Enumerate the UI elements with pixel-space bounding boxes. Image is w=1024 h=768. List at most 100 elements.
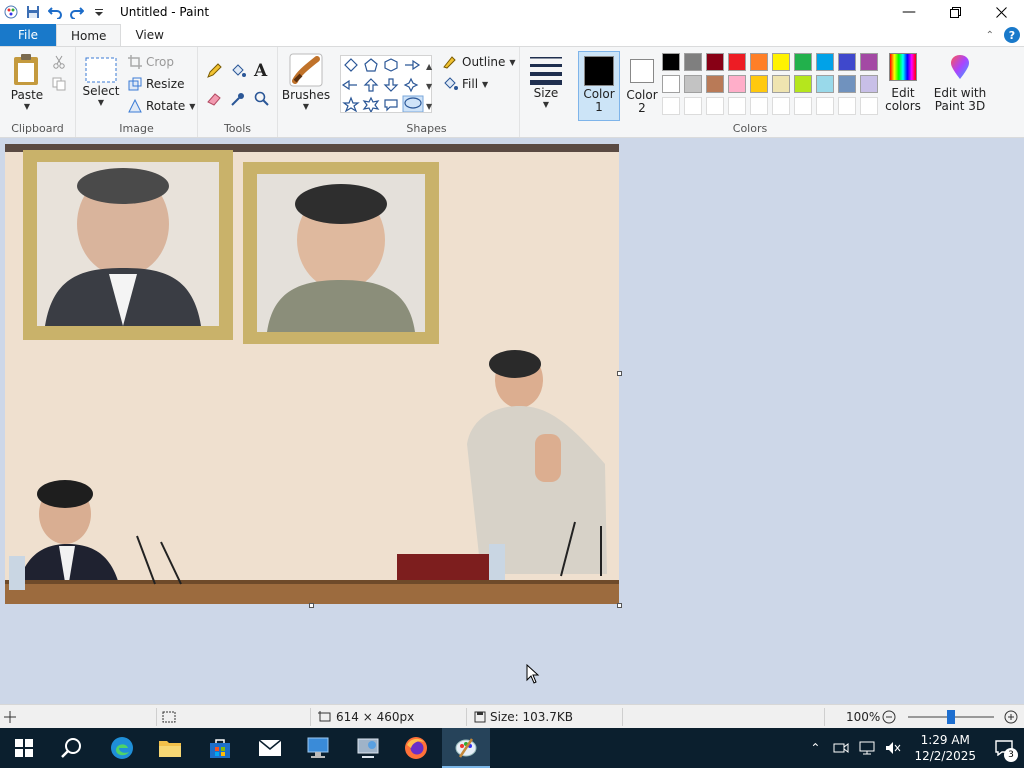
zoom-in-button[interactable] [1004, 705, 1018, 729]
custom-color-slot[interactable] [794, 97, 812, 115]
color-swatch[interactable] [728, 53, 746, 71]
minimize-button[interactable]: — [886, 0, 932, 24]
taskbar-mail[interactable] [246, 728, 294, 768]
color-swatch[interactable] [860, 75, 878, 93]
taskbar-firefox[interactable] [392, 728, 440, 768]
color-swatch[interactable] [662, 53, 680, 71]
tab-view[interactable]: View [121, 24, 177, 46]
copy-icon[interactable] [52, 77, 66, 94]
custom-color-slot[interactable] [772, 97, 790, 115]
color-swatch[interactable] [838, 53, 856, 71]
paste-button[interactable]: Paste ▼ [6, 53, 48, 111]
fill-icon [444, 77, 458, 90]
color2-swatch [630, 59, 654, 83]
custom-color-slot[interactable] [706, 97, 724, 115]
shape-gallery[interactable] [340, 55, 432, 114]
taskbar-store[interactable] [196, 728, 244, 768]
fill-bucket-icon[interactable] [230, 63, 246, 82]
eraser-icon[interactable] [206, 91, 222, 110]
cut-icon[interactable] [52, 55, 66, 72]
brushes-button[interactable]: Brushes ▼ [282, 53, 330, 111]
save-icon[interactable] [24, 3, 42, 21]
custom-color-slot[interactable] [684, 97, 702, 115]
image-dimensions: 614 × 460px [318, 705, 414, 729]
edit-colors-button[interactable]: Edit colors [882, 53, 924, 113]
taskbar-edge[interactable] [98, 728, 146, 768]
crop-button[interactable]: Crop [128, 55, 174, 69]
shapes-scroll-icon[interactable]: ▲ ▼ ▼ [426, 57, 432, 117]
custom-color-slot[interactable] [860, 97, 878, 115]
close-button[interactable] [978, 0, 1024, 24]
color-swatch[interactable] [838, 75, 856, 93]
meet-now-icon[interactable] [833, 741, 849, 755]
paint-app-icon[interactable] [2, 3, 20, 21]
cursor-position [4, 705, 16, 729]
color2-button[interactable]: Color 2 [622, 51, 662, 121]
select-button[interactable]: Select ▼ [82, 57, 120, 107]
color-swatch[interactable] [684, 75, 702, 93]
collapse-ribbon-icon[interactable]: ⌃ [986, 30, 994, 41]
outline-button[interactable]: Outline ▼ [442, 55, 516, 69]
size-button[interactable]: Size ▼ [524, 55, 568, 109]
selection-size [162, 705, 176, 729]
color-swatch[interactable] [772, 53, 790, 71]
canvas-workspace[interactable] [0, 138, 1024, 704]
color-swatch[interactable] [750, 53, 768, 71]
color-swatch[interactable] [662, 75, 680, 93]
clock[interactable]: 1:29 AM 12/2/2025 [914, 732, 976, 764]
color-swatch[interactable] [772, 75, 790, 93]
volume-muted-icon[interactable] [885, 741, 901, 755]
zoom-out-button[interactable] [882, 705, 896, 729]
tab-home[interactable]: Home [56, 24, 122, 46]
shapes-group: ▲ ▼ ▼ Outline ▼ Fill ▼ Shapes [334, 47, 520, 137]
notification-center-button[interactable]: 3 [984, 728, 1024, 768]
color-swatch[interactable] [728, 75, 746, 93]
fill-button[interactable]: Fill ▼ [442, 77, 488, 91]
search-button[interactable] [48, 728, 96, 768]
show-hidden-icons-icon[interactable]: ⌃ [810, 741, 820, 755]
taskbar-file-explorer[interactable] [146, 728, 194, 768]
undo-icon[interactable] [46, 3, 64, 21]
restore-button[interactable] [932, 0, 978, 24]
color-swatch[interactable] [750, 75, 768, 93]
resize-handle-right[interactable] [617, 371, 622, 376]
color-swatch[interactable] [794, 53, 812, 71]
pencil-icon[interactable] [206, 63, 222, 82]
taskbar-remote-desktop[interactable] [294, 728, 342, 768]
network-icon[interactable] [859, 741, 875, 755]
resize-handle-bottom[interactable] [309, 603, 314, 608]
taskbar-paint[interactable] [442, 728, 490, 768]
custom-color-slot[interactable] [750, 97, 768, 115]
rotate-button[interactable]: Rotate ▼ [128, 99, 195, 113]
color-swatch[interactable] [816, 53, 834, 71]
edit-with-paint3d-button[interactable]: Edit with Paint 3D [932, 53, 988, 113]
resize-handle-corner[interactable] [617, 603, 622, 608]
drawing-canvas[interactable] [5, 144, 619, 604]
color-swatch[interactable] [794, 75, 812, 93]
color1-button[interactable]: Color 1 [578, 51, 620, 121]
paste-icon [14, 54, 38, 85]
tab-file[interactable]: File [0, 24, 56, 46]
customize-quick-access-icon[interactable] [90, 3, 108, 21]
resize-button[interactable]: Resize [128, 77, 184, 91]
color-swatch[interactable] [860, 53, 878, 71]
color-swatch[interactable] [706, 53, 724, 71]
color-picker-icon[interactable] [230, 91, 246, 110]
fill-dropdown-icon: ▼ [482, 79, 489, 89]
start-button[interactable] [0, 728, 48, 768]
color-swatch[interactable] [706, 75, 724, 93]
color-swatch[interactable] [816, 75, 834, 93]
redo-icon[interactable] [68, 3, 86, 21]
color-swatch[interactable] [684, 53, 702, 71]
text-icon[interactable]: A [254, 61, 267, 81]
clipboard-group: Paste ▼ Clipboard [0, 47, 76, 137]
help-icon[interactable]: ? [1004, 27, 1020, 43]
custom-color-slot[interactable] [816, 97, 834, 115]
magnifier-icon[interactable] [254, 91, 270, 110]
mouse-cursor-icon [526, 664, 540, 684]
custom-color-slot[interactable] [728, 97, 746, 115]
zoom-slider-thumb[interactable] [947, 710, 955, 724]
custom-color-slot[interactable] [662, 97, 680, 115]
custom-color-slot[interactable] [838, 97, 856, 115]
taskbar-network-tool[interactable] [344, 728, 392, 768]
